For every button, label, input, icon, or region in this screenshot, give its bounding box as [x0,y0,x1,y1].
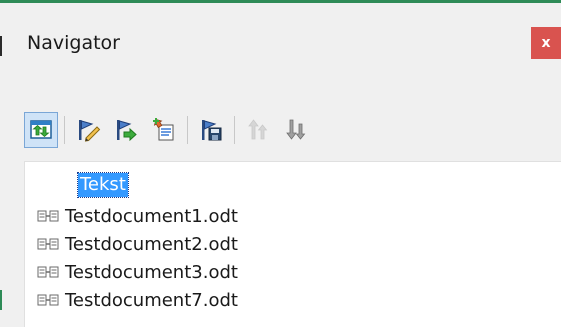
insert-document-icon [153,118,174,141]
edit-link-button[interactable] [71,112,105,148]
window-left-edge [0,36,2,56]
edit-link-icon [79,120,101,142]
tree-item-label: Testdocument3.odt [65,261,238,283]
insert-arrow-icon [117,120,137,142]
tree-root-item[interactable]: Tekst [77,172,129,198]
linked-document-icon [37,238,59,250]
toggle-view-button[interactable] [24,112,58,148]
tree-item-document[interactable]: Testdocument2.odt [37,230,238,258]
linked-document-icon [37,294,59,306]
tree-item-label: Testdocument7.odt [65,289,238,311]
move-down-icon [286,119,306,140]
tree-item-document[interactable]: Testdocument7.odt [37,286,238,314]
save-contents-icon [202,120,222,141]
tree-item-label: Testdocument2.odt [65,233,238,255]
close-button[interactable]: x [531,27,561,59]
toolbar-separator [64,116,65,144]
navigator-window: Navigator x Tekst Testdocument1.odt Test… [0,0,561,327]
insert-document-button[interactable] [147,112,181,148]
move-up-icon [248,119,268,140]
navigator-toolbar [24,110,317,150]
move-up-button[interactable] [241,112,275,148]
tree-item-document[interactable]: Testdocument1.odt [37,202,238,230]
linked-document-icon [37,266,59,278]
tree-item-label: Testdocument1.odt [65,205,238,227]
tree-item-document[interactable]: Testdocument3.odt [37,258,238,286]
toolbar-separator [234,116,235,144]
insert-arrow-button[interactable] [109,112,143,148]
navigator-tree[interactable]: Tekst Testdocument1.odt Testdocument2.od… [24,161,561,327]
toggle-view-icon [30,120,52,139]
save-contents-button[interactable] [194,112,228,148]
window-top-edge [0,0,561,3]
close-icon: x [541,35,551,51]
toolbar-separator [187,116,188,144]
window-left-edge-lower [0,290,2,310]
window-title: Navigator [27,32,120,54]
linked-document-icon [37,210,59,222]
move-down-button[interactable] [279,112,313,148]
